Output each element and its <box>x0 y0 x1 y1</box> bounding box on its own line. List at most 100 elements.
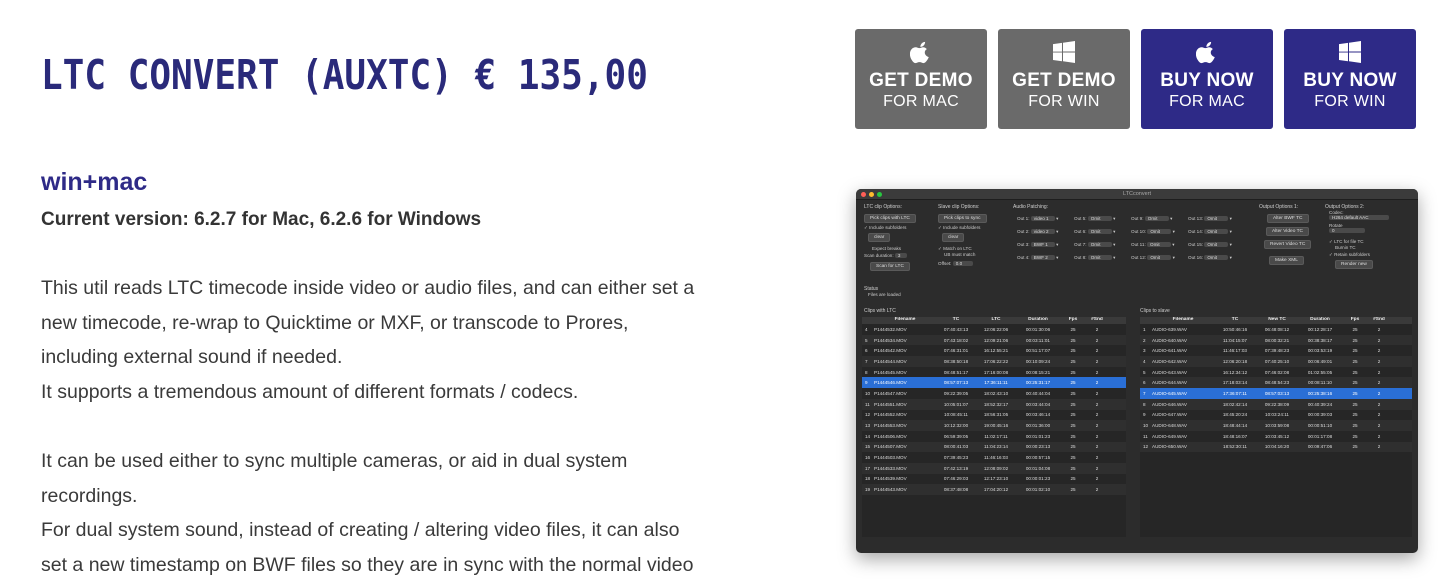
table-row[interactable]: 12 P1444552.MOV 10:08:45:11 18:56:31:05 00:0… <box>862 410 1126 421</box>
alter-video-button[interactable]: Alter Video TC <box>1266 227 1310 236</box>
table-row[interactable]: 11 AUDIO-649.WAV 18:48:16:07 10:03:45:12 00:… <box>1140 431 1412 442</box>
table-cell: 08:00:32:21 <box>1264 337 1290 343</box>
table-row[interactable]: 15 P1444507.MOV 08:00:41:03 11:04:23:14 00:0… <box>862 441 1126 453</box>
column-header[interactable]: #Snd <box>1368 317 1390 324</box>
column-header[interactable]: Fps <box>1060 317 1086 324</box>
scan-ltc-button[interactable]: Scan for LTC <box>870 262 910 271</box>
column-header[interactable]: New TC <box>1256 317 1298 324</box>
patch-out-select[interactable]: Omit <box>1204 229 1229 234</box>
patch-out-label: Out 4: <box>1017 255 1030 260</box>
column-header[interactable]: Fps <box>1342 317 1368 324</box>
table-row[interactable]: 11 P1444551.MOV 10:05:01:07 18:52:32:17 00:0… <box>862 398 1126 410</box>
buy-now-mac-button[interactable]: BUY NOW FOR MAC <box>1141 29 1273 129</box>
table-row[interactable]: 8 AUDIO-646.WAV 18:02:42:14 09:22:38:09 00:4… <box>1140 398 1412 410</box>
table-row[interactable]: 9 P1444546.MOV 08:57:07:13 17:36:11:11 00:25… <box>862 377 1126 389</box>
column-header[interactable]: Duration <box>1298 317 1342 324</box>
table-row[interactable]: 7 P1444544.MOV 08:38:50:18 17:06:22:22 00:10… <box>862 356 1126 367</box>
column-header[interactable]: Filename <box>1152 317 1214 324</box>
table-row[interactable]: 3 AUDIO-641.WAV 11:46:17:03 07:39:48:23 00:0… <box>1140 345 1412 356</box>
table-row[interactable]: 17 P1444533.MOV 07:42:13:19 12:08:09:02 00:0… <box>862 462 1126 474</box>
ub-match-check[interactable]: UB must match <box>938 252 1008 257</box>
patch-out-select[interactable]: Omit <box>1204 242 1229 247</box>
check-label: Match on LTC <box>943 246 972 251</box>
patch-out-select[interactable]: Omit <box>1144 216 1169 221</box>
scan-duration-input[interactable]: 3 <box>894 253 907 258</box>
table-row[interactable]: 5 AUDIO-643.WAV 16:12:34:12 07:46:02:08 01:0… <box>1140 367 1412 378</box>
patch-out-select[interactable]: Omit <box>1204 216 1229 221</box>
table-row[interactable]: 9 AUDIO-647.WAV 18:45:20:24 10:03:24:11 00:0… <box>1140 410 1412 421</box>
retain-subfolders-check[interactable]: ✓ Retain subfolders <box>1329 252 1415 258</box>
table-row[interactable]: 4 P1444532.MOV 07:40:43:13 12:06:22:06 00:01… <box>862 324 1126 335</box>
table-row[interactable]: 7 AUDIO-645.WAV 17:36:07:11 08:57:03:13 00:2… <box>1140 388 1412 399</box>
patch-out-select[interactable]: Omit <box>1147 242 1172 247</box>
table-cell: 2 <box>1377 369 1381 375</box>
table-row[interactable]: 1 AUDIO-639.WAV 10:50:46:16 06:48:08:12 00:1… <box>1140 324 1412 335</box>
patch-out-select[interactable]: Omit <box>1147 255 1172 260</box>
table-row[interactable]: 6 AUDIO-644.WAV 17:18:03:14 08:48:54:23 00:0… <box>1140 377 1412 389</box>
clear-ltc-button[interactable]: clear <box>868 233 891 242</box>
table-cell: 00:01:30:06 <box>1025 326 1051 332</box>
column-header[interactable]: Filename <box>874 317 936 324</box>
table-row[interactable]: 8 P1444545.MOV 08:48:51:17 17:16:00:08 00:08… <box>862 367 1126 378</box>
patch-out-select[interactable]: BWF 1 <box>1030 242 1055 247</box>
alter-bwf-button[interactable]: Alter BWF TC <box>1267 214 1309 223</box>
table-cell: 00:10:09:24 <box>1025 358 1051 364</box>
table-cell: 08:00:41:03 <box>943 444 969 450</box>
patch-out-select[interactable]: video 1 <box>1030 216 1055 221</box>
patch-out: Out 11: Omit ▾ <box>1131 242 1175 247</box>
get-demo-mac-button[interactable]: GET DEMO FOR MAC <box>855 29 987 129</box>
table-row[interactable]: 13 P1444553.MOV 10:12:32:00 19:00:45:16 00:0… <box>862 420 1126 431</box>
column-header[interactable]: #Snd <box>1086 317 1108 324</box>
buy-now-win-button[interactable]: BUY NOW FOR WIN <box>1284 29 1416 129</box>
table-row[interactable]: 10 AUDIO-648.WAV 18:48:44:14 10:03:59:08 00:… <box>1140 420 1412 431</box>
table-cell: 00:01:02:10 <box>1025 487 1051 493</box>
offset-input[interactable]: 0.0 <box>952 261 973 266</box>
table-cell: 2 <box>1377 326 1381 332</box>
table-cell: AUDIO-641.WAV <box>1152 348 1187 354</box>
table-row[interactable]: 2 AUDIO-640.WAV 11:04:15:07 08:00:32:21 00:3… <box>1140 334 1412 346</box>
patch-out-select[interactable]: video 2 <box>1030 229 1055 234</box>
patch-out-select[interactable]: Omit <box>1147 229 1172 234</box>
slave-include-subfolders-check[interactable]: ✓ Include subfolders <box>938 225 1008 231</box>
make-xml-button[interactable]: Make XML <box>1269 256 1304 265</box>
table-row[interactable]: 18 P1444539.MOV 07:46:29:03 12:17:23:10 00:0… <box>862 474 1126 485</box>
clear-slave-button[interactable]: clear <box>942 233 965 242</box>
render-new-button[interactable]: Render new <box>1335 260 1373 269</box>
table-row[interactable]: 19 P1444543.MOV 08:37:48:08 17:04:20:12 00:0… <box>862 484 1126 495</box>
patch-out-select[interactable]: Omit <box>1087 255 1112 260</box>
patch-out-select[interactable]: Omit <box>1087 242 1112 247</box>
patch-out-select[interactable]: Omit <box>1087 216 1112 221</box>
table-cell: 25 <box>1352 390 1358 396</box>
table-row[interactable]: 10 P1444547.MOV 09:22:39:05 18:02:43:10 00:4… <box>862 388 1126 399</box>
table-cell: AUDIO-645.WAV <box>1152 390 1187 396</box>
get-demo-win-button[interactable]: GET DEMO FOR WIN <box>998 29 1130 129</box>
patch-out-select[interactable]: BWF 2 <box>1030 255 1055 260</box>
slave-clips-table[interactable]: Filename TC New TC Duration Fps #Snd 1 AUDIO-63… <box>1140 317 1412 537</box>
column-header[interactable]: LTC <box>976 317 1016 324</box>
table-row[interactable]: 14 P1444506.MOV 06:59:39:05 11:02:17:11 00:0… <box>862 431 1126 442</box>
include-subfolders-check[interactable]: ✓ Include subfolders <box>864 225 932 231</box>
table-cell: 00:51:17:07 <box>1025 348 1051 354</box>
pick-ltc-button[interactable]: Pick clips with LTC <box>864 214 916 223</box>
table-row[interactable]: 5 P1444534.MOV 07:43:18:02 12:09:21:06 00:03… <box>862 334 1126 346</box>
column-header[interactable]: TC <box>936 317 976 324</box>
pick-slave-button[interactable]: Pick clips to sync <box>938 214 987 223</box>
burnin-tc-check[interactable]: Burnin TC <box>1335 245 1415 250</box>
table-row[interactable]: 4 AUDIO-642.WAV 12:06:20:18 07:40:25:10 00:0… <box>1140 356 1412 367</box>
patch-out-select[interactable]: Omit <box>1204 255 1229 260</box>
revert-video-button[interactable]: Revert Video TC <box>1264 240 1312 249</box>
codec-select[interactable]: H264 default AAC <box>1329 215 1389 220</box>
ltc-clips-table[interactable]: Filename TC LTC Duration Fps #Snd 4 P1444532.MO… <box>862 317 1126 537</box>
table-cell: AUDIO-644.WAV <box>1152 380 1187 386</box>
column-header[interactable]: TC <box>1214 317 1256 324</box>
table-row[interactable]: 16 P1444503.MOV 07:39:45:23 11:46:16:03 00:0… <box>862 452 1126 463</box>
rotate-select[interactable]: 0 <box>1329 228 1365 233</box>
table-row[interactable]: 6 P1444542.MOV 07:46:31:01 16:12:55:21 00:51… <box>862 345 1126 356</box>
patch-out-select[interactable]: Omit <box>1087 229 1112 234</box>
table-cell: 25 <box>1070 465 1076 471</box>
table-cell: 11:46:17:03 <box>1223 348 1247 354</box>
expect-breaks-check[interactable]: Expect breaks <box>864 246 932 251</box>
table-row[interactable]: 12 AUDIO-650.WAV 18:52:30:11 10:04:16:20 00:… <box>1140 441 1412 453</box>
column-header[interactable]: Duration <box>1016 317 1060 324</box>
table-cell: 00:25:38:16 <box>1307 390 1333 396</box>
